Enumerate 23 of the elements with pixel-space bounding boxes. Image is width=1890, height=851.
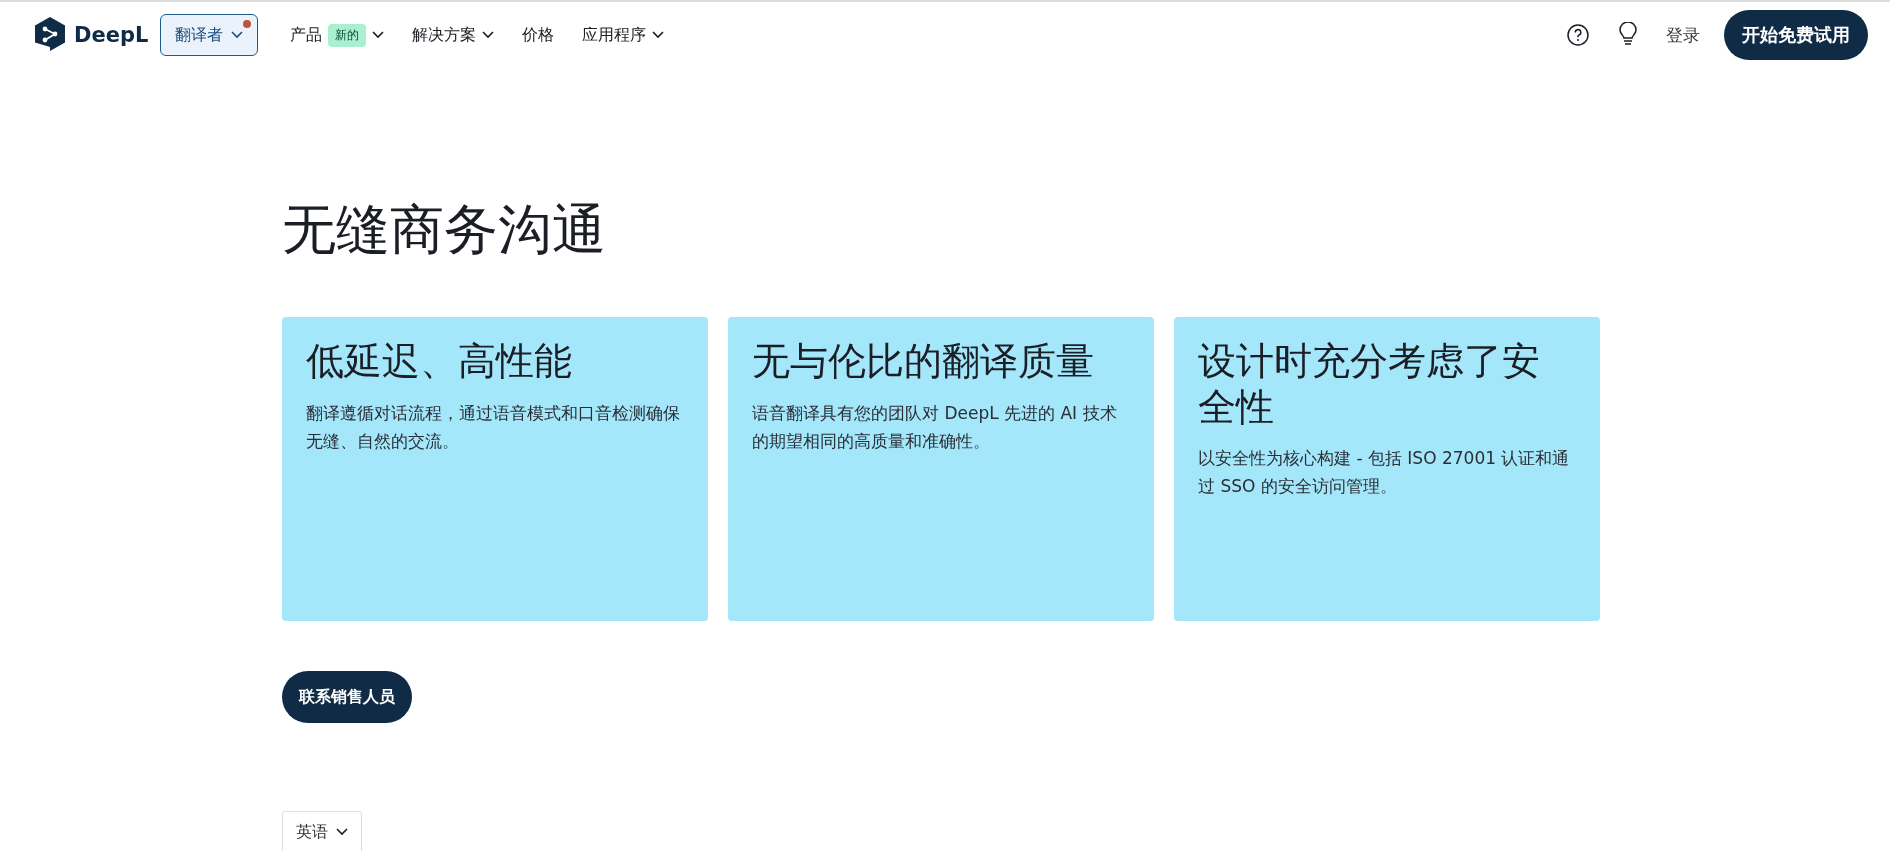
nav-item[interactable]: 解决方案 [412,24,495,46]
login-link[interactable]: 登录 [1666,23,1700,47]
chevron-down-icon [231,31,244,39]
help-icon[interactable] [1566,23,1590,47]
page-heading: 无缝商务沟通 [282,197,607,263]
contact-sales-button[interactable]: 联系销售人员 [282,671,412,723]
card-title: 无与伦比的翻译质量 [752,339,1095,385]
free-trial-button[interactable]: 开始免费试用 [1724,10,1868,60]
card-title: 设计时充分考虑了安全性 [1198,339,1541,431]
language-select[interactable]: 英语 [282,811,362,851]
nav-item[interactable]: 产品 新的 [290,23,385,47]
translator-menu[interactable]: 翻译者 [160,14,259,56]
lightbulb-icon[interactable] [1618,22,1638,48]
nav-item[interactable]: 价格 [522,24,555,46]
new-badge: 新的 [328,23,367,47]
card-text: 语音翻译具有您的团队对 DeepL 先进的 AI 技术的期望相同的高质量和准确性。 [752,401,1118,453]
logo-text[interactable]: DeepL [74,23,149,47]
card-title: 低延迟、高性能 [306,339,573,385]
logo-icon[interactable] [34,16,66,54]
chevron-down-icon [336,828,348,836]
card-text: 以安全性为核心构建 - 包括 ISO 27001 认证和通过 SSO 的安全访问管理。 [1198,447,1571,499]
nav-item[interactable]: 应用程序 [582,24,665,46]
card-text: 翻译遵循对话流程，通过语音模式和口音检测确保无缝、自然的交流。 [306,401,681,453]
